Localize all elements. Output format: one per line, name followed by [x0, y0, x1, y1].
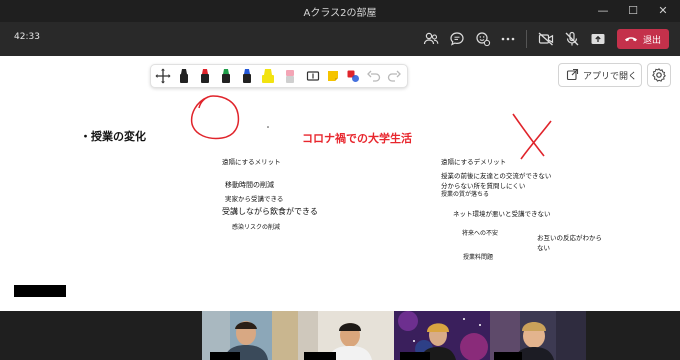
meeting-control-bar: 42:33 退出: [0, 22, 680, 56]
merit-item: 受講しながら飲食ができる: [222, 207, 318, 216]
demerit-item: 授業料問題: [463, 254, 494, 261]
demerits-title: 遠隔にするデメリット: [441, 158, 507, 166]
more-icon[interactable]: [498, 29, 518, 49]
chat-icon[interactable]: [447, 29, 467, 49]
mic-off-icon[interactable]: [562, 29, 582, 49]
demerit-item: 将来への不安: [462, 230, 499, 237]
reactions-icon[interactable]: [473, 29, 493, 49]
demerit-item: 授業の前後に友達との交流ができない: [441, 172, 552, 180]
participant-video-tile[interactable]: [202, 311, 298, 360]
people-icon[interactable]: [421, 29, 441, 49]
merit-item: 感染リスクの削減: [232, 224, 281, 231]
name-tag: [210, 352, 240, 360]
leave-phone-icon: [624, 33, 638, 45]
merits-title: 遠隔にするメリット: [222, 158, 281, 166]
heading-class-changes: ・授業の変化: [80, 130, 146, 143]
red-x-stroke-2: [520, 120, 552, 160]
participant-video-tile[interactable]: [394, 311, 490, 360]
ink-dot: [267, 126, 269, 128]
leave-label: 退出: [643, 36, 662, 46]
participant-strip: [0, 311, 680, 360]
handwriting-strokes: [190, 95, 552, 160]
minimize-button[interactable]: —: [592, 2, 614, 20]
heading-college-life: コロナ禍での大学生活: [302, 132, 412, 145]
merit-item: 実家から受講できる: [225, 195, 284, 203]
red-circle-stroke: [190, 95, 240, 140]
name-tag: [304, 352, 336, 360]
merit-item: 移動時間の削減: [225, 181, 274, 189]
whiteboard-canvas[interactable]: アプリで開く ・授業の変化 コロナ禍での大学生活 遠隔にするメリット 移動時間の…: [0, 56, 680, 311]
share-icon[interactable]: [588, 29, 608, 49]
meeting-timer: 42:33: [14, 32, 40, 42]
leave-button[interactable]: 退出: [617, 29, 669, 49]
participant-video-tile[interactable]: [490, 311, 586, 360]
name-tag: [400, 352, 430, 360]
camera-off-icon[interactable]: [536, 29, 556, 49]
note-line: ない: [537, 244, 550, 252]
toolbar-divider: [526, 30, 527, 48]
name-tag: [494, 352, 522, 360]
window-titlebar: Aクラス2の部屋 — ☐ ✕: [0, 0, 680, 22]
demerit-item: 授業の質が落ちる: [441, 191, 490, 198]
participant-video-tile[interactable]: [298, 311, 394, 360]
redaction-box: [14, 285, 66, 297]
maximize-button[interactable]: ☐: [622, 2, 644, 20]
close-window-button[interactable]: ✕: [652, 2, 674, 20]
window-title: Aクラス2の部屋: [303, 8, 377, 19]
demerit-item: ネット環境が悪いと受講できない: [453, 210, 551, 218]
note-line: お互いの反応がわから: [537, 234, 602, 242]
